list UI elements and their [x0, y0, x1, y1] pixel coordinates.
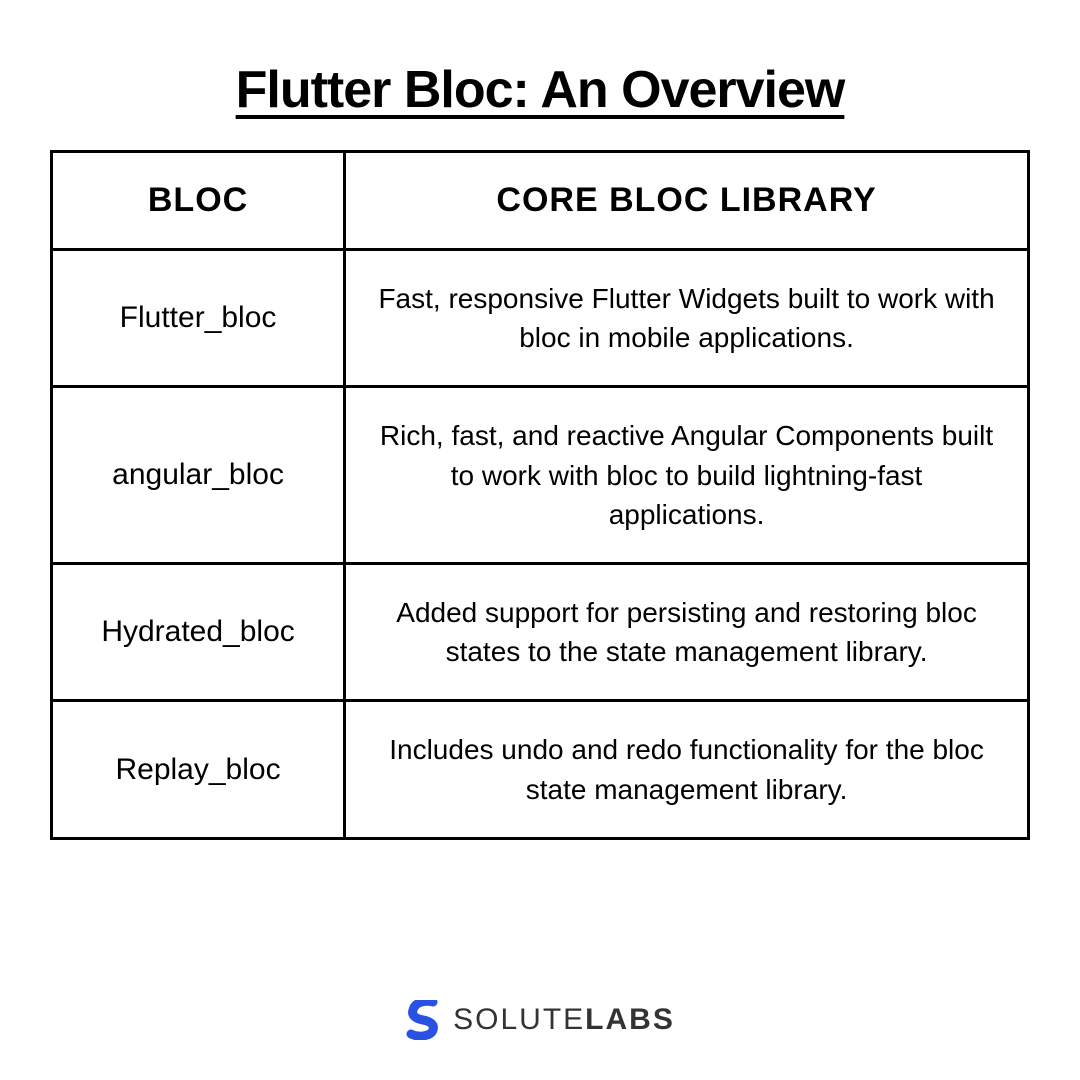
- footer-brand: SOLUTELABS: [405, 960, 675, 1040]
- cell-bloc-name: Replay_bloc: [52, 701, 345, 838]
- cell-bloc-desc: Includes undo and redo functionality for…: [345, 701, 1029, 838]
- table-row: Replay_bloc Includes undo and redo funct…: [52, 701, 1029, 838]
- cell-bloc-desc: Rich, fast, and reactive Angular Compone…: [345, 387, 1029, 564]
- table-row: Hydrated_bloc Added support for persisti…: [52, 563, 1029, 700]
- page-title: Flutter Bloc: An Overview: [236, 60, 845, 120]
- bloc-overview-table: BLOC CORE BLOC LIBRARY Flutter_bloc Fast…: [50, 150, 1030, 840]
- table-row: angular_bloc Rich, fast, and reactive An…: [52, 387, 1029, 564]
- header-bloc: BLOC: [52, 152, 345, 250]
- brand-name: SOLUTELABS: [453, 1003, 675, 1037]
- brand-part1: SOLUTE: [453, 1003, 585, 1036]
- header-core-library: CORE BLOC LIBRARY: [345, 152, 1029, 250]
- cell-bloc-desc: Added support for persisting and restori…: [345, 563, 1029, 700]
- cell-bloc-desc: Fast, responsive Flutter Widgets built t…: [345, 250, 1029, 387]
- cell-bloc-name: Flutter_bloc: [52, 250, 345, 387]
- brand-part2: LABS: [585, 1003, 675, 1036]
- solutelabs-logo-icon: [405, 1000, 441, 1040]
- table-row: Flutter_bloc Fast, responsive Flutter Wi…: [52, 250, 1029, 387]
- table-header-row: BLOC CORE BLOC LIBRARY: [52, 152, 1029, 250]
- cell-bloc-name: angular_bloc: [52, 387, 345, 564]
- cell-bloc-name: Hydrated_bloc: [52, 563, 345, 700]
